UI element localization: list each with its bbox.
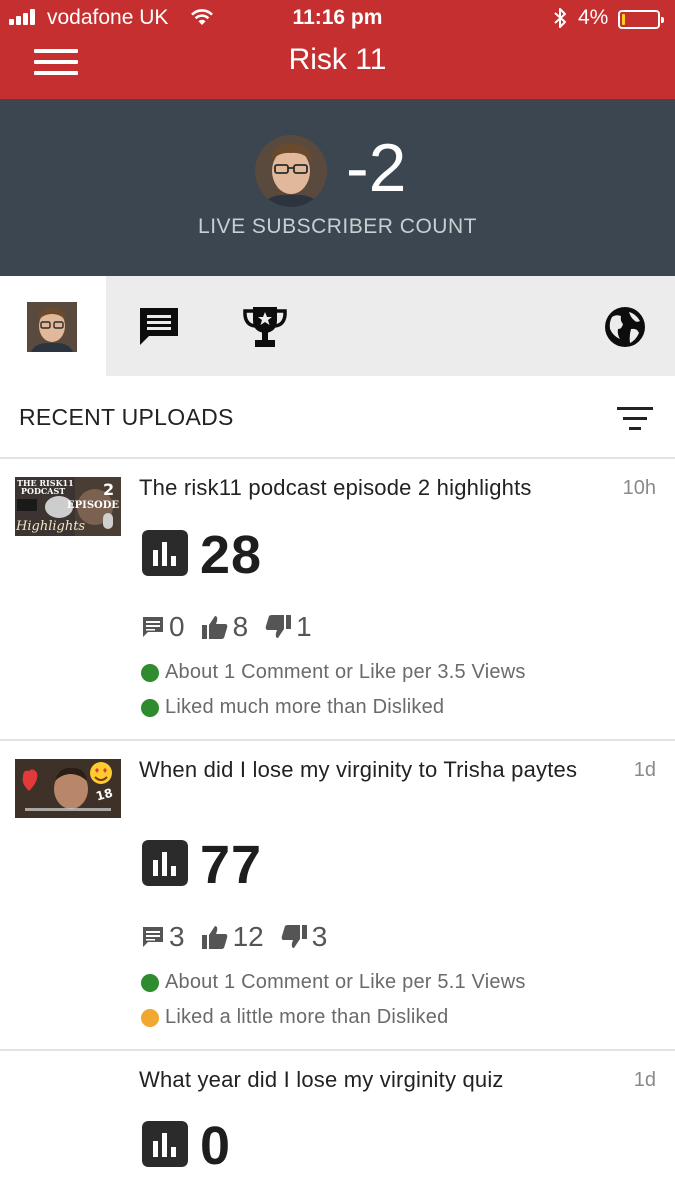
status-time: 11:16 pm [292,6,383,29]
tab-channel[interactable] [0,276,106,376]
subscriber-count-label: LIVE SUBSCRIBER COUNT [198,215,477,238]
trophy-icon[interactable] [241,304,289,350]
channel-avatar [255,135,327,207]
bluetooth-icon [554,8,566,28]
video-thumbnail[interactable]: THE RISK11 PODCAST 2 EPISODE Highlights [15,477,121,536]
view-count: 0 [200,1116,232,1176]
like-count: 8 [232,611,249,642]
engagement-metric: About 1 Comment or Like per 3.5 Views [141,661,526,684]
thumbnail-text: EPISODE [67,500,119,511]
subscriber-count: -2 [346,130,407,206]
subscriber-header [0,99,675,276]
video-age: 10h [622,477,656,499]
sentiment-metric: Liked much more than Disliked [141,696,444,719]
thumbnail-text: 2 [103,480,114,499]
video-thumbnail[interactable]: 18 [15,759,121,818]
video-age: 1d [633,1069,656,1091]
divider [0,739,675,741]
comment-icon [143,617,163,637]
video-title[interactable]: What year did I lose my virginity quiz [139,1066,599,1094]
section-title: RECENT UPLOADS [19,404,234,430]
status-dot [141,698,159,717]
status-dot [141,973,159,992]
filter-icon[interactable] [617,406,653,430]
video-age: 1d [633,759,656,781]
sentiment-text: Liked much more than Disliked [165,696,445,718]
view-count: 28 [200,525,263,585]
app-top-bar: vodafone UK 11:16 pm 4% Risk 11 [0,0,675,99]
channel-avatar-icon [27,302,77,352]
engagement-text: About 1 Comment or Like per 3.5 Views [165,661,526,683]
view-count: 77 [200,835,263,895]
comment-icon [143,927,163,947]
video-title[interactable]: The risk11 podcast episode 2 highlights [139,474,599,502]
comment-icon[interactable] [137,305,181,347]
thumbs-down-icon [265,615,292,638]
video-stats: 0 8 1 [141,611,328,642]
battery-percent: 4% [578,6,609,29]
thumbnail-text: Highlights [15,519,85,534]
tab-bar [0,276,675,376]
divider [0,457,675,459]
divider [0,1049,675,1051]
views-icon [142,530,188,576]
views-icon [142,840,188,886]
thumbs-up-icon [201,926,227,949]
views-icon [142,1121,188,1167]
status-bar: vodafone UK 11:16 pm 4% [0,0,675,38]
video-stats: 3 12 3 [141,921,343,952]
like-count: 12 [232,921,264,952]
engagement-text: About 1 Comment or Like per 5.1 Views [165,971,526,993]
sentiment-metric: Liked a little more than Disliked [141,1006,448,1029]
dislike-count: 3 [311,921,328,952]
battery-icon [618,10,664,29]
thumbnail-text: PODCAST [21,486,65,496]
engagement-metric: About 1 Comment or Like per 5.1 Views [141,971,526,994]
page-title: Risk 11 [288,43,387,76]
status-dot [141,663,159,682]
video-title[interactable]: When did I lose my virginity to Trisha p… [139,756,599,784]
status-dot [141,1008,159,1027]
comment-count: 0 [169,611,185,642]
comment-count: 3 [169,921,185,952]
battery-level [622,14,625,25]
thumbs-up-icon [201,616,227,639]
sentiment-text: Liked a little more than Disliked [165,1006,449,1028]
globe-icon[interactable] [603,305,647,349]
dislike-count: 1 [296,611,312,642]
thumbs-down-icon [281,925,307,948]
